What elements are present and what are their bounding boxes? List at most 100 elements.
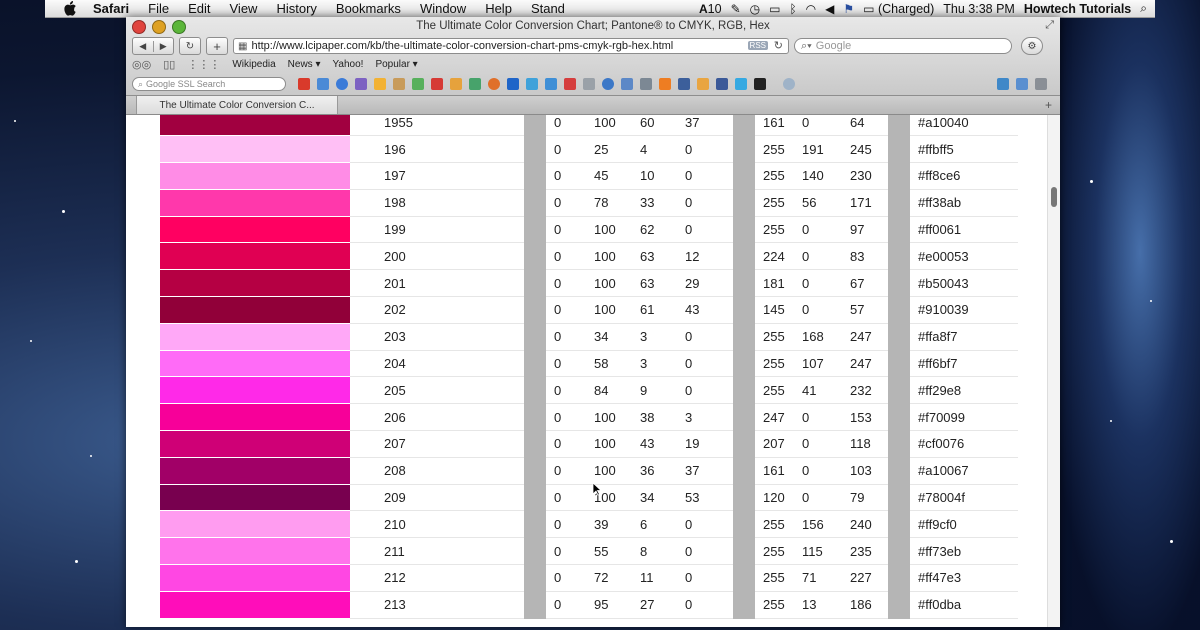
twitter-extension-icon[interactable]	[735, 78, 747, 90]
bookmark-yahoo[interactable]: Yahoo!	[332, 59, 363, 70]
display-icon[interactable]: ▭	[769, 2, 780, 16]
window-extension-icon[interactable]	[621, 78, 633, 90]
menu-stand[interactable]: Stand	[531, 1, 565, 16]
cell-c: 0	[546, 510, 594, 539]
book-icon[interactable]: ▯▯	[163, 58, 175, 71]
mail-extension-icon[interactable]	[564, 78, 576, 90]
cell-c: 0	[546, 162, 594, 190]
column-separator	[888, 403, 910, 432]
color-swatch	[160, 323, 350, 351]
apple-icon[interactable]	[63, 1, 77, 16]
bookmark-popular[interactable]: Popular ▾	[375, 59, 417, 70]
table-row: 205 0 84 9 0 255 41 232 #ff29e8	[160, 376, 1018, 405]
cell-k: 19	[685, 430, 733, 458]
menu-bookmarks[interactable]: Bookmarks	[336, 1, 401, 16]
wifi-icon[interactable]: ◠	[806, 2, 816, 16]
delicious-extension-icon[interactable]	[697, 78, 709, 90]
cell-c: 0	[546, 115, 594, 137]
menu-help[interactable]: Help	[485, 1, 512, 16]
gear-extension-icon[interactable]	[1016, 78, 1028, 90]
tab-active[interactable]: The Ultimate Color Conversion C...	[136, 96, 338, 114]
volume-icon[interactable]: ◀	[825, 2, 834, 16]
column-separator	[888, 591, 910, 619]
dropbox-extension-icon[interactable]	[526, 78, 538, 90]
column-separator	[524, 510, 546, 539]
status-icon[interactable]: A10	[699, 2, 722, 16]
chrome-extension-icon[interactable]	[488, 78, 500, 90]
bookmark-news[interactable]: News ▾	[288, 59, 321, 70]
menu-app-name[interactable]: Safari	[93, 1, 129, 16]
clock-extension-icon[interactable]	[602, 78, 614, 90]
calendar-extension-icon[interactable]	[507, 78, 519, 90]
vertical-scrollbar[interactable]	[1047, 115, 1060, 627]
cell-g: 191	[802, 135, 850, 164]
column-separator	[888, 564, 910, 592]
desktop-background	[1050, 0, 1200, 630]
window-title: The Ultimate Color Conversion Chart; Pan…	[416, 20, 770, 32]
time-machine-icon[interactable]: ◷	[750, 2, 760, 16]
scrollbar-thumb[interactable]	[1051, 187, 1057, 207]
menu-view[interactable]: View	[230, 1, 258, 16]
brush-extension-icon[interactable]	[393, 78, 405, 90]
forward-icon[interactable]: ▶	[154, 41, 174, 52]
search-field[interactable]: ⌕▾ Google	[794, 38, 1012, 54]
fullscreen-icon[interactable]: ⤢	[1045, 19, 1054, 32]
bookmark-sync-icon[interactable]: ↻	[179, 37, 201, 55]
title-bar: The Ultimate Color Conversion Chart; Pan…	[126, 17, 1060, 96]
flag-icon[interactable]: ⚑	[843, 2, 854, 16]
purple-extension-icon[interactable]	[355, 78, 367, 90]
cell-code: 209	[350, 484, 524, 512]
gmail-extension-icon[interactable]	[298, 78, 310, 90]
rss-badge[interactable]: RSS	[747, 41, 768, 50]
menu-window[interactable]: Window	[420, 1, 466, 16]
clock[interactable]: Thu 3:38 PM	[943, 2, 1015, 16]
arrow-extension-icon[interactable]	[469, 78, 481, 90]
menu-file[interactable]: File	[148, 1, 169, 16]
search-extension-icon[interactable]	[783, 78, 795, 90]
amazon-extension-icon[interactable]	[754, 78, 766, 90]
reading-list-icon[interactable]: ◎◎	[132, 58, 151, 71]
cell-c: 0	[546, 591, 594, 619]
tag-extension-icon[interactable]	[450, 78, 462, 90]
reload-icon[interactable]: ↻	[774, 39, 783, 52]
bluetooth-icon[interactable]: ᛒ	[789, 2, 796, 16]
script-icon[interactable]: ✎	[731, 2, 741, 16]
cell-b: 64	[850, 115, 888, 137]
cell-k: 3	[685, 403, 733, 432]
spotlight-icon[interactable]: ⌕	[1140, 1, 1147, 16]
translate-extension-icon[interactable]	[997, 78, 1009, 90]
feed-extension-icon[interactable]	[640, 78, 652, 90]
cell-g: 0	[802, 457, 850, 485]
cell-code: 201	[350, 269, 524, 298]
cell-y: 10	[640, 162, 685, 190]
menu-edit[interactable]: Edit	[188, 1, 210, 16]
blogger-extension-icon[interactable]	[659, 78, 671, 90]
top-sites-grid-icon[interactable]: ⋮⋮⋮	[187, 58, 220, 71]
camera-extension-icon[interactable]	[336, 78, 348, 90]
stats-extension-icon[interactable]	[678, 78, 690, 90]
cell-g: 41	[802, 376, 850, 405]
add-bookmark-button[interactable]: +	[206, 37, 228, 55]
cell-k: 0	[685, 135, 733, 164]
facebook-extension-icon[interactable]	[716, 78, 728, 90]
settings-gear-icon[interactable]: ⚙	[1021, 37, 1043, 55]
google-ssl-search-field[interactable]: ⌕ Google SSL Search	[132, 77, 286, 91]
extensions-bar: ⌕ Google SSL Search	[132, 75, 1054, 93]
column-separator	[524, 350, 546, 378]
youtube-extension-icon[interactable]	[431, 78, 443, 90]
back-icon[interactable]: ◀	[133, 40, 154, 52]
google-extension-icon[interactable]	[317, 78, 329, 90]
bookmark-wikipedia[interactable]: Wikipedia	[232, 59, 275, 70]
menu-history[interactable]: History	[276, 1, 316, 16]
battery-status[interactable]: ▭ (Charged)	[863, 2, 934, 16]
cell-b: 240	[850, 510, 888, 539]
cube-extension-icon[interactable]	[545, 78, 557, 90]
sticky-extension-icon[interactable]	[374, 78, 386, 90]
address-bar[interactable]: ▦ http://www.lcipaper.com/kb/the-ultimat…	[233, 38, 789, 54]
wrench-icon[interactable]	[1035, 78, 1047, 90]
new-tab-icon[interactable]: +	[1045, 98, 1052, 112]
check-extension-icon[interactable]	[583, 78, 595, 90]
user-name[interactable]: Howtech Tutorials	[1024, 2, 1131, 16]
image-extension-icon[interactable]	[412, 78, 424, 90]
cell-g: 0	[802, 484, 850, 512]
